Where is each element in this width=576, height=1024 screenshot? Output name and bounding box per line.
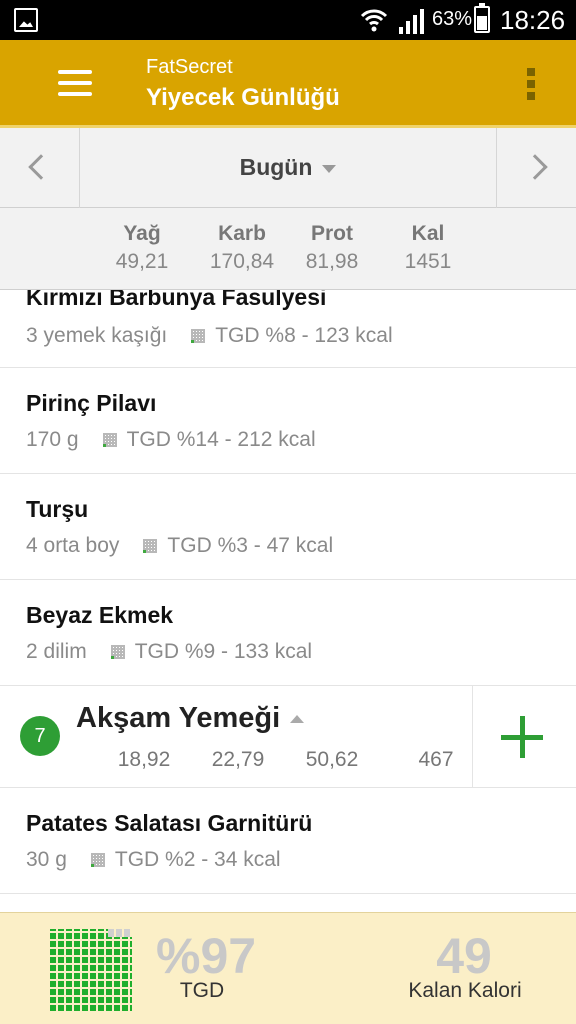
food-portion: 4 orta boy (26, 534, 120, 557)
food-name: Beyaz Ekmek (26, 602, 174, 628)
daily-summary-footer: %97 TGD 49 Kalan Kalori (0, 912, 576, 1024)
rdi-label: TGD (179, 979, 225, 1002)
food-rdi-info: TGD %3 - 47 kcal (167, 534, 334, 557)
next-day-button[interactable] (496, 128, 576, 208)
macro-label: Karb (218, 222, 266, 245)
meal-title-text: Akşam Yemeği (76, 702, 281, 734)
previous-day-button[interactable] (0, 128, 80, 208)
rdi-percent: %97 (156, 928, 257, 984)
food-portion: 30 g (26, 848, 67, 871)
wifi-icon (360, 9, 388, 32)
meal-calories: 467 (418, 748, 454, 771)
macro-value: 49,21 (115, 250, 169, 273)
macro-label: Kal (411, 222, 445, 245)
collapse-arrow-icon (290, 715, 305, 724)
app-name: FatSecret (146, 56, 233, 78)
food-details: 170 g TGD %14 - 212 kcal (26, 428, 316, 452)
food-rdi-info: TGD %2 - 34 kcal (114, 848, 281, 871)
food-rdi-info: TGD %14 - 212 kcal (126, 428, 316, 451)
date-label: Bugün (239, 154, 313, 180)
page-title: Yiyecek Günlüğü (146, 84, 340, 111)
macro-protein: Prot 81,98 (287, 222, 377, 274)
meal-carb: 22,79 (211, 748, 265, 771)
battery-icon (474, 3, 490, 33)
food-entry[interactable]: Patates Salatası Garnitürü 30 g TGD %2 -… (0, 788, 576, 894)
meal-title[interactable]: Akşam Yemeği (76, 702, 305, 735)
food-entry[interactable]: Kırmızı Barbunya Fasulyesi 3 yemek kaşığ… (0, 290, 576, 368)
food-name: Pirinç Pilavı (26, 390, 157, 416)
rdi-progress-grid-icon (50, 929, 132, 1011)
dropdown-arrow-icon (322, 164, 337, 173)
rdi-grid-icon (143, 539, 158, 553)
food-entry[interactable]: Turşu 4 orta boy TGD %3 - 47 kcal (0, 474, 576, 580)
remaining-calories-value: 49 (436, 928, 492, 984)
gallery-notification-icon (14, 8, 38, 32)
meal-item-count-badge: 7 (20, 716, 60, 756)
macro-value: 170,84 (209, 250, 275, 273)
macro-label: Yağ (123, 222, 161, 245)
signal-icon (399, 9, 424, 34)
food-details: 30 g TGD %2 - 34 kcal (26, 848, 281, 872)
remaining-calories-label: Kalan Kalori (408, 979, 522, 1002)
food-rdi-info: TGD %9 - 133 kcal (134, 640, 313, 663)
food-name: Turşu (26, 496, 89, 522)
overflow-menu-icon[interactable] (524, 68, 538, 104)
hamburger-menu-icon[interactable] (58, 70, 92, 96)
food-name: Kırmızı Barbunya Fasulyesi (26, 290, 327, 310)
meal-protein: 50,62 (305, 748, 359, 771)
meal-header[interactable]: 7 Akşam Yemeği 18,92 22,79 50,62 467 (0, 686, 576, 788)
food-entry[interactable]: Pirinç Pilavı 170 g TGD %14 - 212 kcal (0, 368, 576, 474)
chevron-right-icon (522, 154, 548, 180)
rdi-grid-icon (110, 645, 125, 659)
chevron-left-icon (28, 154, 54, 180)
food-rdi-info: TGD %8 - 123 kcal (215, 324, 393, 347)
macro-carb: Karb 170,84 (197, 222, 287, 274)
food-details: 2 dilim TGD %9 - 133 kcal (26, 640, 312, 664)
rdi-grid-icon (90, 853, 105, 867)
food-portion: 2 dilim (26, 640, 87, 663)
macro-value: 1451 (404, 250, 452, 273)
food-name: Patates Salatası Garnitürü (26, 810, 313, 836)
food-details: 4 orta boy TGD %3 - 47 kcal (26, 534, 333, 558)
app-bar: FatSecret Yiyecek Günlüğü (0, 40, 576, 128)
macro-summary: Yağ 49,21 Karb 170,84 Prot 81,98 Kal 145… (0, 208, 576, 290)
date-navigator: Bugün (0, 128, 576, 208)
battery-percent: 63% (432, 8, 473, 30)
meal-fat: 18,92 (117, 748, 171, 771)
rdi-grid-icon (102, 433, 117, 447)
food-portion: 3 yemek kaşığı (26, 324, 168, 347)
clock: 18:26 (500, 5, 566, 35)
macro-value: 81,98 (305, 250, 359, 273)
macro-calories: Kal 1451 (383, 222, 473, 274)
add-food-button[interactable] (472, 686, 576, 788)
food-portion: 170 g (26, 428, 79, 451)
food-details: 3 yemek kaşığı TGD %8 - 123 kcal (26, 324, 393, 348)
status-bar: 63% 18:26 (0, 0, 576, 40)
macro-label: Prot (311, 222, 353, 245)
date-selector[interactable]: Bugün (80, 154, 496, 181)
rdi-grid-icon (191, 329, 206, 343)
food-entry[interactable]: Beyaz Ekmek 2 dilim TGD %9 - 133 kcal (0, 580, 576, 686)
food-diary-list[interactable]: Kırmızı Barbunya Fasulyesi 3 yemek kaşığ… (0, 290, 576, 912)
plus-icon (501, 716, 543, 758)
macro-fat: Yağ 49,21 (97, 222, 187, 274)
